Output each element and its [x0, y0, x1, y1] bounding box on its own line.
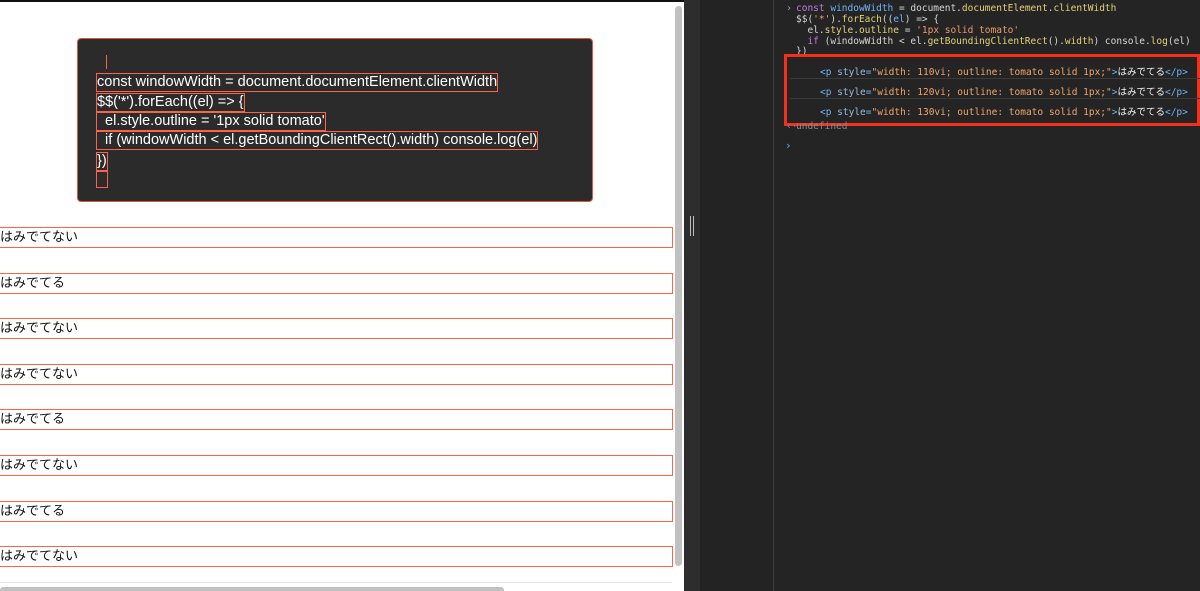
devtools-console: › const windowWidth = document.documentE… [774, 0, 1200, 591]
return-value: undefined [796, 121, 848, 132]
highlighted-results: <p style="width: 110vi; outline: tomato … [784, 54, 1200, 126]
code-line: if (windowWidth < el.getBoundingClientRe… [95, 131, 539, 150]
horizontal-scrollbar[interactable] [0, 587, 504, 591]
console-input-line: el.style.outline = '1px solid tomato' [796, 25, 1020, 36]
paragraph: はみでてない [0, 455, 673, 476]
panel-splitter[interactable] [684, 0, 700, 591]
splitter-grip-icon[interactable] [690, 216, 694, 236]
paragraph: はみでてる [0, 273, 673, 294]
paragraph: はみでてる [0, 409, 673, 430]
paragraph: はみでてない [0, 318, 673, 339]
console-input-line: const windowWidth = document.documentEle… [796, 3, 1117, 14]
prompt-chevron-icon: › [786, 3, 793, 14]
console-input-line: if (windowWidth < el.getBoundingClientRe… [807, 36, 1191, 47]
paragraph: はみでてない [0, 227, 673, 248]
code-block: const windowWidth = document.documentEle… [77, 38, 593, 202]
console-log-entry[interactable]: <p style="width: 130vi; outline: tomato … [790, 99, 1200, 119]
code-line: const windowWidth = document.documentEle… [95, 73, 499, 92]
console-log-entry[interactable]: <p style="width: 110vi; outline: tomato … [790, 59, 1200, 79]
empty-code-line [96, 171, 108, 188]
paragraph: はみでてる [0, 501, 673, 522]
console-prompt[interactable]: › [785, 139, 792, 152]
console-input-line: $$('*').forEach((el) => { [796, 14, 940, 25]
devtools-sidebar [700, 0, 774, 591]
vertical-scrollbar[interactable] [675, 6, 682, 566]
paragraph: はみでてない [0, 364, 673, 385]
page-viewport: const windowWidth = document.documentEle… [0, 0, 684, 591]
code-line: el.style.outline = '1px solid tomato' [96, 112, 326, 131]
paragraph: はみでてない [0, 546, 673, 567]
code-line: $$('*').forEach((el) => { [96, 93, 245, 112]
text-caret [106, 55, 107, 69]
code-line: }) [96, 152, 108, 171]
console-log-entry[interactable]: <p style="width: 120vi; outline: tomato … [790, 79, 1200, 99]
